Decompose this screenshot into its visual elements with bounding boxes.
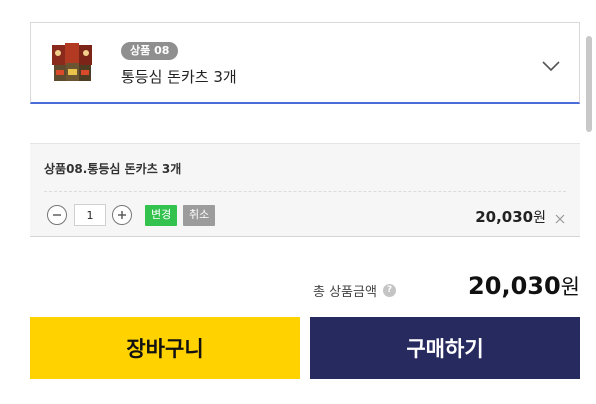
total-price-value: 20,030 — [468, 272, 561, 300]
plus-icon — [118, 211, 126, 219]
quantity-decrease-button[interactable] — [47, 205, 67, 225]
chevron-down-icon[interactable] — [541, 57, 561, 72]
option-title: 상품08.통등심 돈카츠 3개 — [44, 162, 182, 176]
divider — [44, 191, 566, 192]
scrollbar[interactable] — [580, 0, 596, 404]
total-price: 20,030원 — [468, 271, 580, 301]
option-price: 20,030원 — [475, 207, 546, 227]
quantity-increase-button[interactable] — [112, 205, 132, 225]
add-to-cart-button[interactable]: 장바구니 — [30, 317, 300, 379]
scrollbar-thumb[interactable] — [586, 36, 592, 132]
cancel-button[interactable]: 취소 — [183, 205, 216, 226]
option-price-value: 20,030 — [475, 208, 534, 226]
buy-now-button[interactable]: 구매하기 — [310, 317, 580, 379]
option-price-currency: 원 — [533, 210, 546, 226]
help-icon[interactable]: ? — [382, 284, 396, 297]
selected-option: 상품08.통등심 돈카츠 3개 변경 취소 20,030원 — [30, 143, 580, 237]
quantity-input[interactable] — [74, 204, 106, 226]
total-label-row: 총 상품금액 ? — [313, 281, 396, 300]
total-price-currency: 원 — [560, 275, 580, 299]
minus-icon — [53, 214, 61, 216]
product-selector[interactable]: 상품 08 통등심 돈카츠 3개 — [30, 22, 580, 104]
total-label: 총 상품금액 — [313, 285, 377, 300]
close-icon[interactable] — [554, 210, 566, 224]
change-button[interactable]: 변경 — [145, 205, 178, 226]
product-badge: 상품 08 — [121, 42, 179, 60]
product-thumbnail — [50, 41, 94, 85]
selected-product-name: 통등심 돈카츠 3개 — [121, 68, 237, 86]
